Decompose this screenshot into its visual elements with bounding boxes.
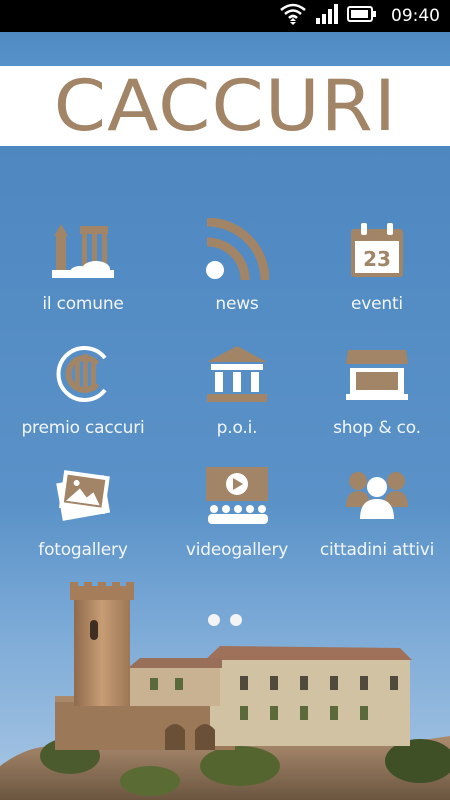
status-bar: 09:40 bbox=[0, 0, 450, 32]
calendar-day: 23 bbox=[363, 247, 391, 271]
signal-icon bbox=[315, 3, 339, 29]
status-time: 09:40 bbox=[391, 6, 440, 26]
tile-label: cittadini attivi bbox=[319, 540, 435, 560]
tile-label: eventi bbox=[351, 294, 403, 314]
calendar-icon: 23 bbox=[342, 218, 412, 282]
tile-label: premio caccuri bbox=[21, 418, 145, 438]
monument-icon bbox=[202, 342, 272, 406]
tile-label: il comune bbox=[42, 294, 124, 314]
app-header: CACCURI bbox=[0, 66, 450, 146]
page-dot[interactable] bbox=[230, 614, 242, 626]
photos-icon bbox=[48, 464, 118, 528]
page-dot[interactable] bbox=[208, 614, 220, 626]
video-audience-icon bbox=[202, 464, 272, 528]
menu-tile-poi[interactable]: p.o.i. bbox=[162, 342, 312, 462]
battery-icon bbox=[347, 5, 377, 28]
tile-label: news bbox=[215, 294, 259, 314]
tile-label: shop & co. bbox=[333, 418, 421, 438]
main-menu-area: il comune news 23 eventi premio caccuri … bbox=[0, 146, 450, 800]
menu-tile-news[interactable]: news bbox=[162, 218, 312, 338]
menu-tile-premio-caccuri[interactable]: premio caccuri bbox=[8, 342, 158, 462]
shop-icon bbox=[342, 342, 412, 406]
caccuri-castle-image bbox=[0, 582, 450, 800]
rss-feed-icon bbox=[202, 218, 272, 282]
tile-label: fotogallery bbox=[38, 540, 128, 560]
menu-tile-shop[interactable]: shop & co. bbox=[302, 342, 450, 462]
tile-label: videogallery bbox=[185, 540, 289, 560]
menu-tile-eventi[interactable]: 23 eventi bbox=[302, 218, 450, 338]
wifi-icon bbox=[279, 2, 307, 31]
app-title: CACCURI bbox=[53, 65, 397, 147]
menu-tile-il-comune[interactable]: il comune bbox=[8, 218, 158, 338]
award-logo-icon bbox=[48, 342, 118, 406]
citizens-group-icon bbox=[342, 464, 412, 528]
top-band bbox=[0, 32, 450, 66]
tile-label: p.o.i. bbox=[216, 418, 258, 438]
town-hall-icon bbox=[48, 218, 118, 282]
page-indicator bbox=[0, 614, 450, 626]
